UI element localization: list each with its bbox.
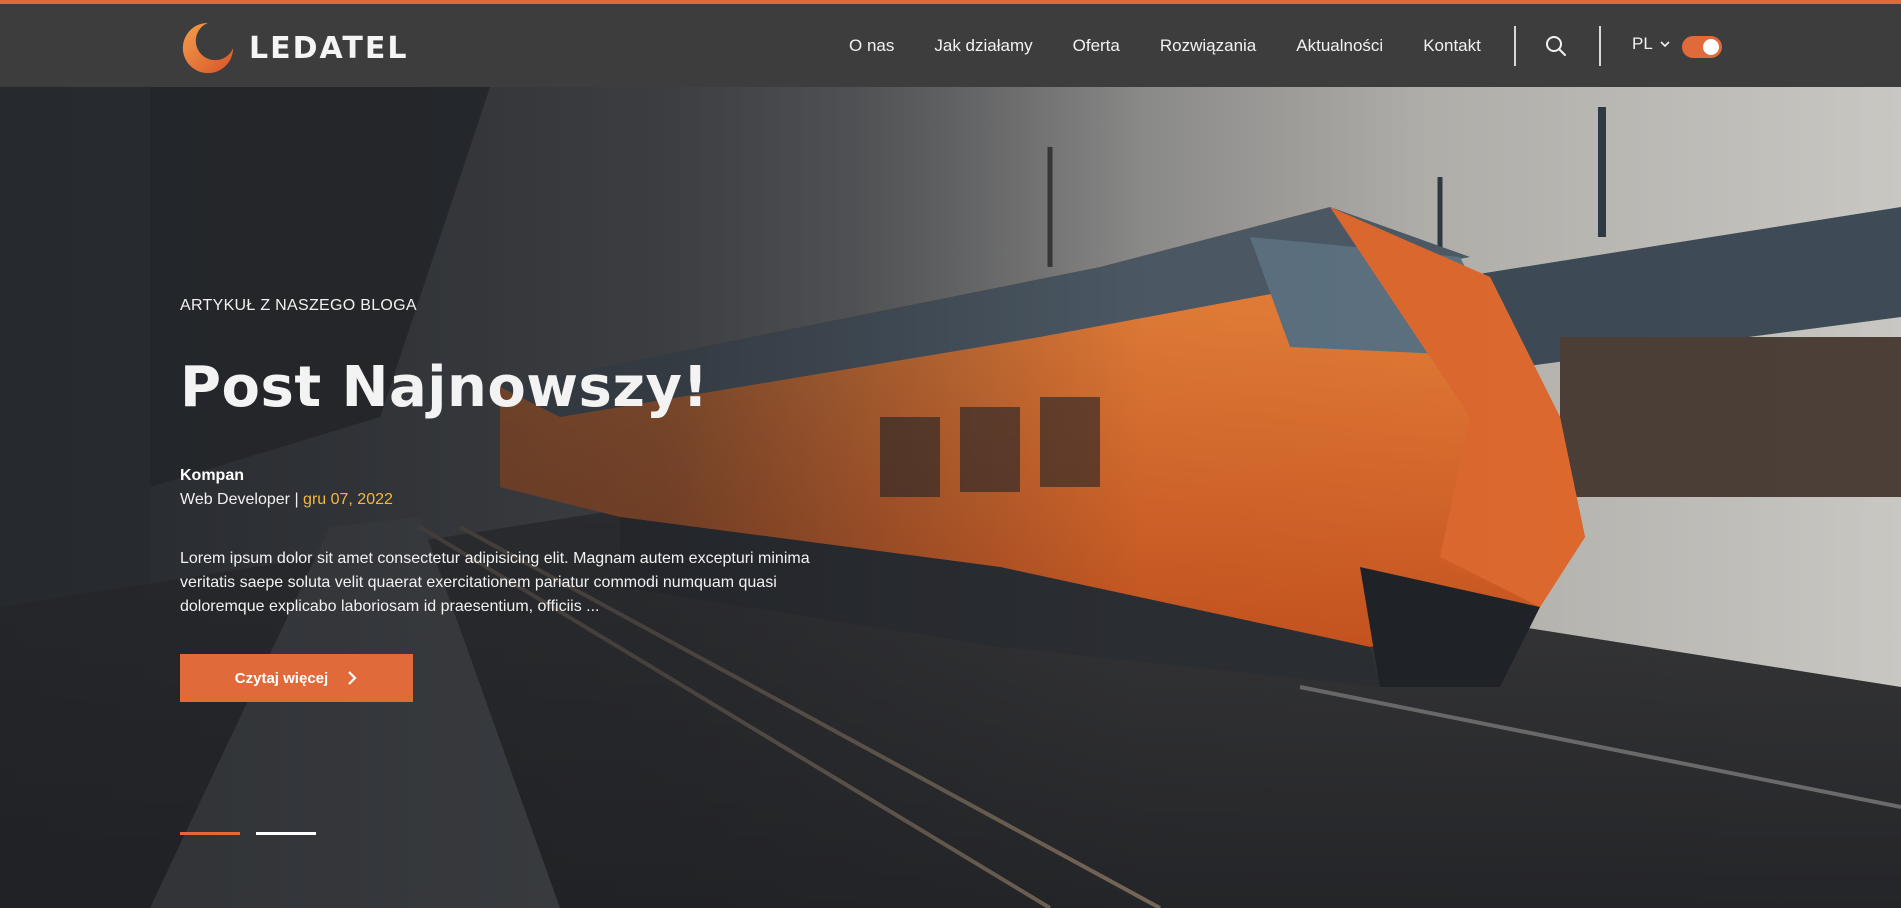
- nav-item-oferta[interactable]: Oferta: [1073, 36, 1120, 56]
- nav-item-kontakt[interactable]: Kontakt: [1423, 36, 1481, 56]
- chevron-right-icon: [348, 671, 357, 685]
- logo-text: LEDATEL: [249, 30, 409, 66]
- nav-item-jak-dzialamy[interactable]: Jak działamy: [934, 36, 1032, 56]
- site-header: LEDATEL O nas Jak działamy Oferta Rozwią…: [0, 4, 1901, 87]
- chevron-down-icon: [1660, 41, 1670, 48]
- slider-dot-2[interactable]: [256, 832, 316, 835]
- nav-divider: [1514, 26, 1516, 66]
- post-author: Kompan: [180, 467, 244, 484]
- post-date: gru 07, 2022: [303, 491, 393, 508]
- meta-separator: |: [294, 491, 299, 508]
- read-more-button[interactable]: Czytaj więcej: [180, 654, 413, 702]
- toggle-knob: [1703, 39, 1719, 55]
- slider-dot-1[interactable]: [180, 832, 240, 835]
- logo[interactable]: LEDATEL: [179, 18, 408, 78]
- nav-item-rozwiazania[interactable]: Rozwiązania: [1160, 36, 1256, 56]
- post-excerpt: Lorem ipsum dolor sit amet consectetur a…: [180, 550, 810, 615]
- hero-eyebrow: ARTYKUŁ Z NASZEGO BLOGA: [180, 297, 417, 314]
- read-more-label: Czytaj więcej: [234, 669, 329, 687]
- search-icon[interactable]: [1544, 34, 1568, 58]
- hero-title: Post Najnowszy!: [180, 355, 709, 420]
- nav-divider: [1599, 26, 1601, 66]
- theme-toggle[interactable]: [1682, 36, 1722, 58]
- slider-pagination: [180, 832, 316, 835]
- author-role: Web Developer: [180, 491, 290, 508]
- language-selector[interactable]: PL: [1632, 34, 1671, 54]
- language-label: PL: [1632, 34, 1653, 53]
- post-meta: Web Developer | gru 07, 2022: [180, 491, 393, 509]
- main-nav: O nas Jak działamy Oferta Rozwiązania Ak…: [849, 4, 1521, 87]
- nav-item-aktualnosci[interactable]: Aktualności: [1296, 36, 1383, 56]
- logo-mark-icon: [182, 22, 234, 74]
- nav-item-o-nas[interactable]: O nas: [849, 36, 894, 56]
- hero-slider: ARTYKUŁ Z NASZEGO BLOGA Post Najnowszy! …: [0, 87, 1901, 908]
